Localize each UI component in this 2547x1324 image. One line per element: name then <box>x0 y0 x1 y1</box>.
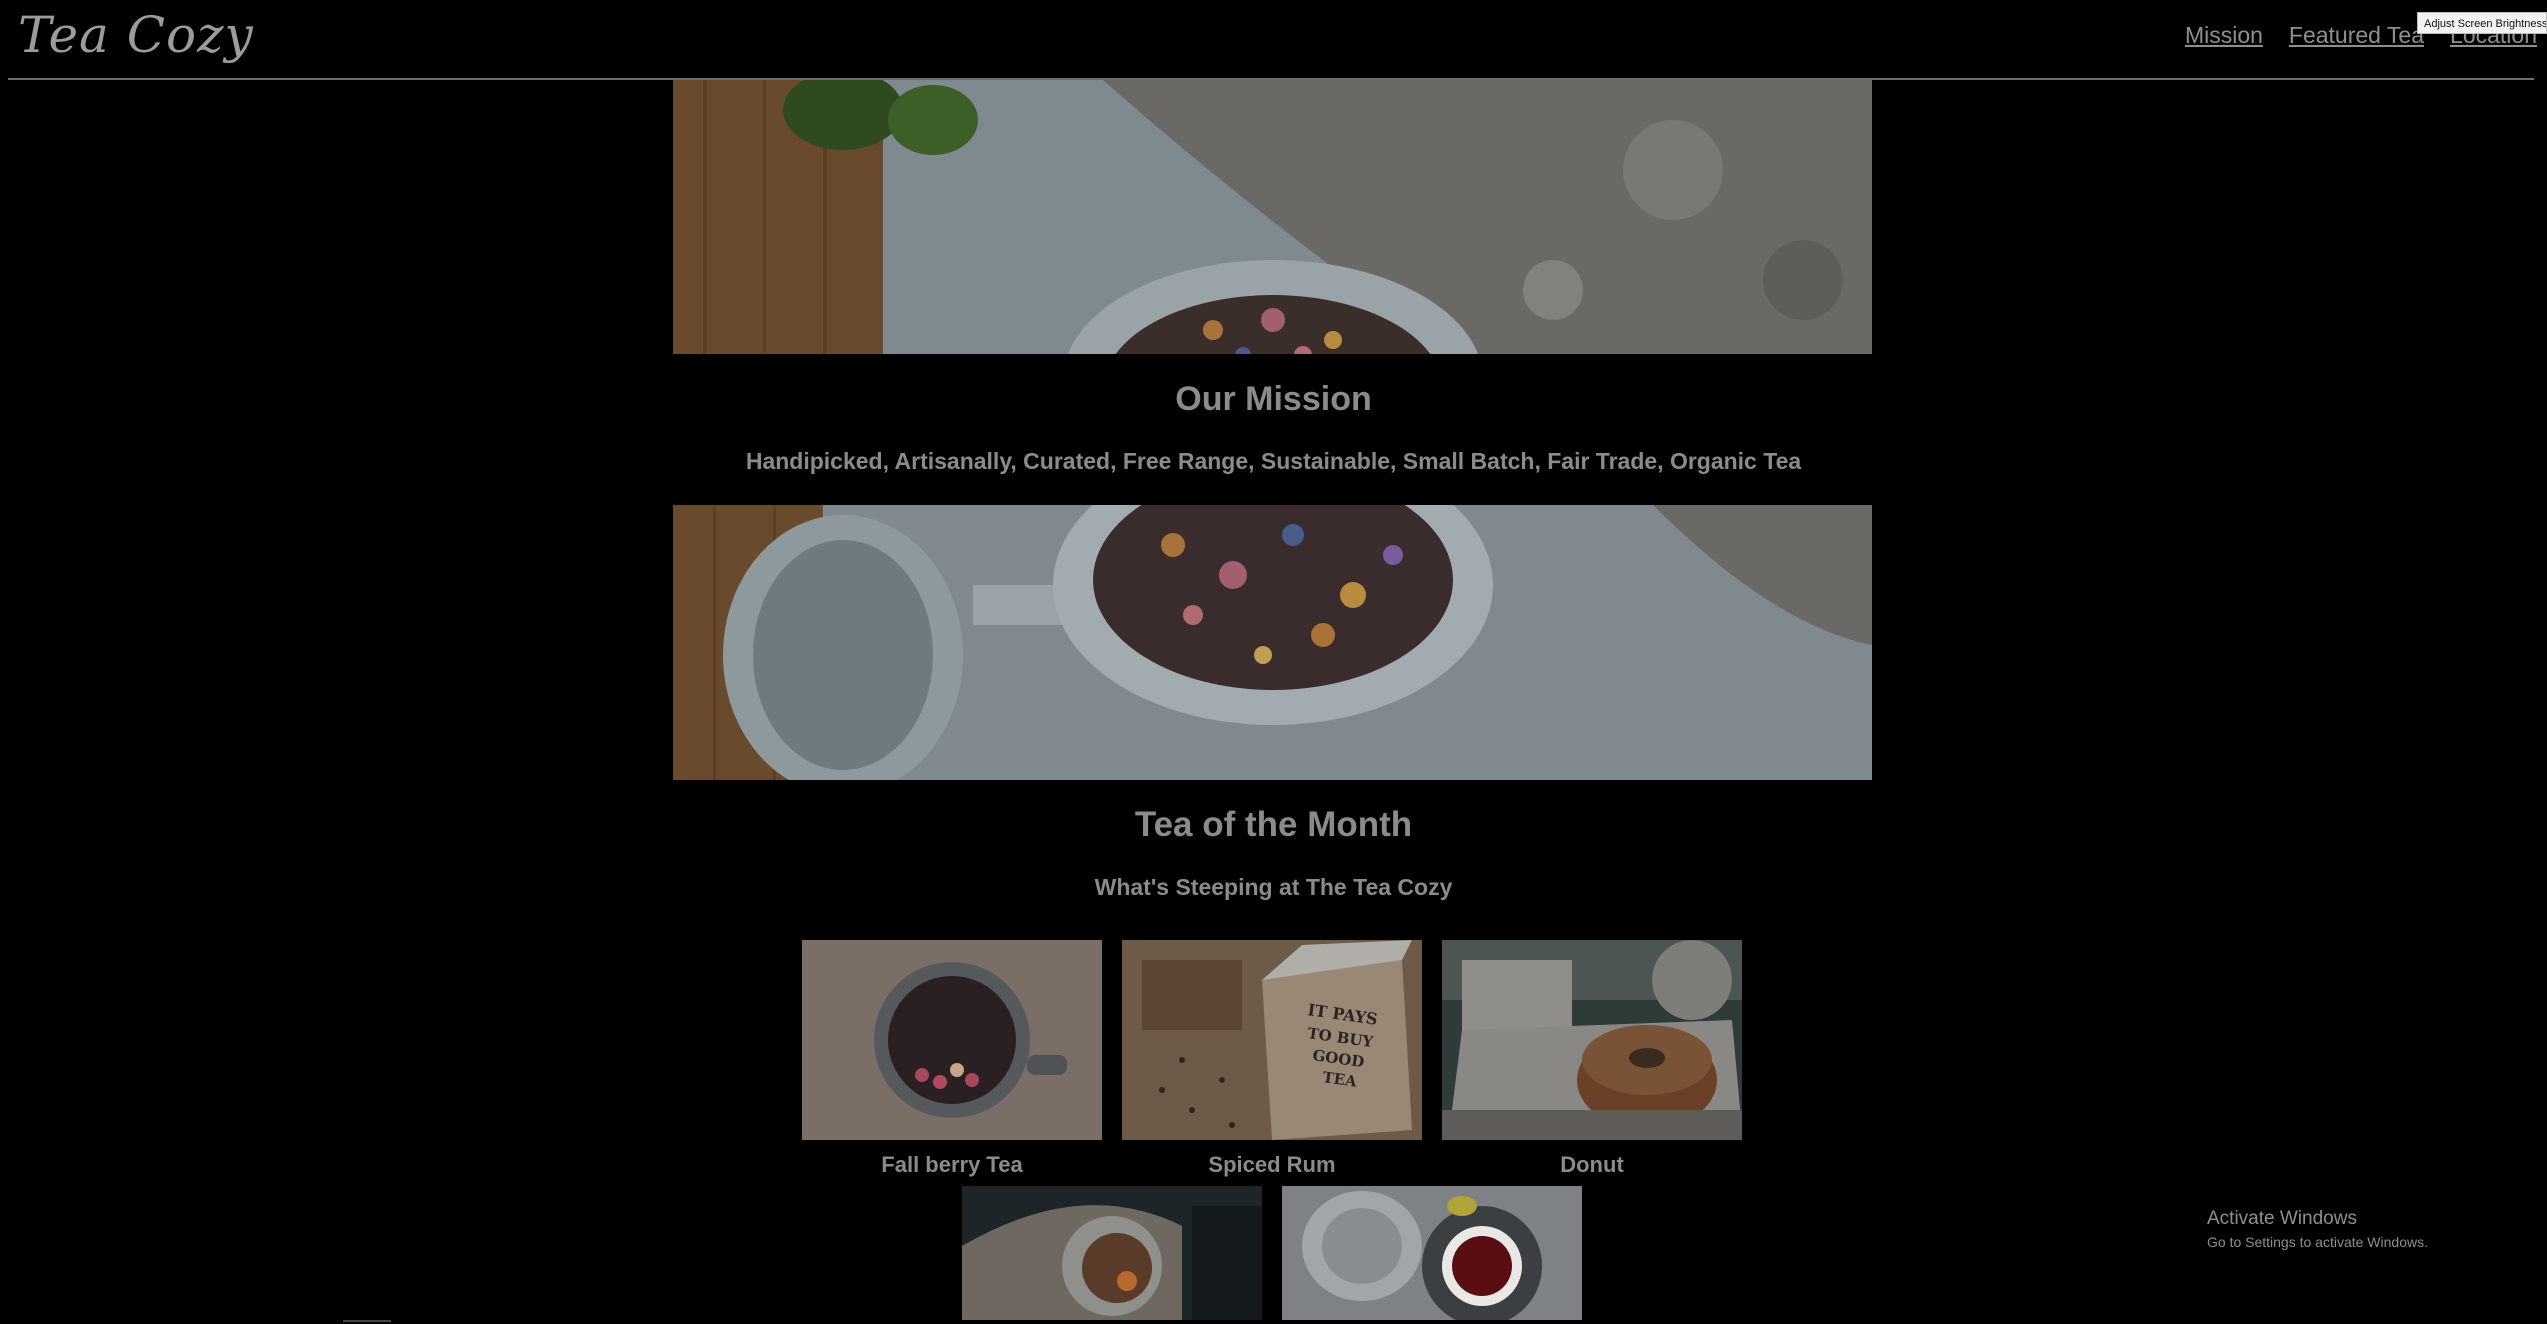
spiced-rum-image: IT PAYS TO BUY GOOD TEA <box>1122 940 1422 1140</box>
site-logo[interactable]: Tea Cozy <box>18 6 254 64</box>
scroll-indicator <box>343 1320 391 1322</box>
brightness-tooltip: Adjust Screen Brightness <box>2417 12 2547 34</box>
tea-card-5[interactable] <box>1282 1186 1582 1320</box>
mission-hero-image <box>673 80 1872 354</box>
month-title: Tea of the Month <box>1134 805 1413 844</box>
tea-card-donut[interactable]: Donut <box>1442 940 1742 1178</box>
nav-mission-link[interactable]: Mission <box>2185 22 2263 49</box>
fall-berry-tea-image <box>802 940 1102 1140</box>
tea-card-5-image <box>1282 1186 1582 1320</box>
windows-activation-watermark: Activate Windows Go to Settings to activ… <box>2207 1208 2428 1250</box>
month-subtitle: What's Steeping at The Tea Cozy <box>1094 874 1453 900</box>
mission-subtitle: Handipicked, Artisanally, Curated, Free … <box>745 448 1802 474</box>
nav-featured-tea-link[interactable]: Featured Tea <box>2289 22 2424 49</box>
activate-windows-title: Activate Windows <box>2207 1208 2357 1229</box>
donut-image <box>1442 940 1742 1140</box>
tea-card-fall-berry[interactable]: Fall berry Tea <box>802 940 1102 1178</box>
tea-card-spiced-rum[interactable]: IT PAYS TO BUY GOOD TEA Spiced Rum <box>1122 940 1422 1178</box>
fall-berry-tea-caption: Fall berry Tea <box>881 1152 1023 1177</box>
month-hero-image <box>673 505 1872 780</box>
mission-title: Our Mission <box>1175 380 1372 418</box>
donut-caption: Donut <box>1560 1152 1624 1177</box>
activate-windows-hint: Go to Settings to activate Windows. <box>2207 1234 2428 1250</box>
tea-card-4-image <box>962 1186 1262 1320</box>
site-header: Tea Cozy Mission Featured Tea Location <box>0 0 2547 80</box>
tea-card-4[interactable] <box>962 1186 1262 1320</box>
spiced-rum-caption: Spiced Rum <box>1208 1152 1336 1177</box>
